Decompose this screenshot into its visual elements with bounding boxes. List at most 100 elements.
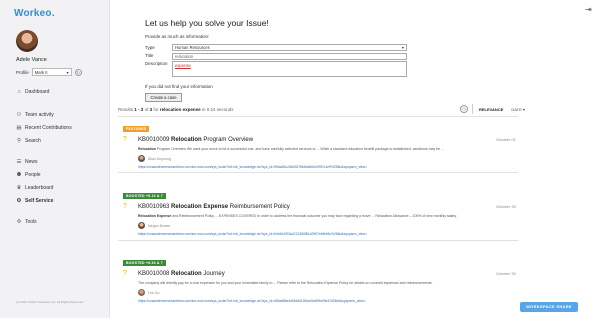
sidebar-item-people[interactable]: ⚉ People [16, 172, 41, 178]
user-avatar[interactable] [16, 30, 38, 52]
sidebar-item-leaderboard[interactable]: ♛ Leaderboard [16, 185, 54, 191]
title-rest: Program Overview [203, 137, 254, 143]
type-label: Type [145, 45, 155, 50]
sidebar-item-self-service[interactable]: ⚙ Self Service [16, 198, 54, 204]
result-title[interactable]: KB0010963 Relocation Expense Reimburseme… [138, 204, 290, 210]
user-name: Adele Vance [16, 57, 47, 63]
not-found-text: If you did not find your information [145, 84, 213, 89]
title-highlight: Relocation Expense [171, 204, 229, 210]
sort-date-button[interactable]: DATE ▾ [509, 106, 527, 113]
profile-select[interactable]: Mark II ▾ [31, 68, 72, 76]
sort-date-label: DATE [511, 106, 522, 112]
sidebar-item-label: Team activity [25, 112, 54, 118]
result-title[interactable]: KB0010008 Relocation Journey [138, 271, 225, 277]
description-label: Description [145, 61, 168, 66]
profile-select-value: Mark II [34, 69, 48, 75]
profile-refresh-icon[interactable]: ↻ [74, 68, 82, 76]
result-date: October 30 [496, 204, 516, 209]
result-snippet: Relocation Expense and Reimbursement Pol… [138, 214, 508, 218]
result-date: October 01 [496, 137, 516, 142]
document-icon: ▤ [16, 125, 22, 131]
main-content: Let us help you solve your Issue! Provid… [110, 0, 600, 318]
kb-number: KB0010009 [138, 137, 170, 143]
sidebar-item-label: Leaderboard [25, 185, 54, 191]
result-link[interactable]: https://cvsandecemsexantismo.service-now… [138, 232, 508, 236]
results-query: relocation expense [159, 107, 201, 112]
result-link[interactable]: https://cvsandecemsexantismo.service-now… [138, 165, 508, 169]
sidebar-item-label: Tools [25, 219, 37, 225]
author-name: Allan Deyoung [148, 156, 171, 161]
sidebar-item-label: Search [25, 138, 41, 144]
boosted-badge: BOOSTED +6.54 & 7 [123, 260, 166, 266]
title-highlight: Relocation [171, 271, 202, 277]
result-link[interactable]: https://cvsandecemsexantismo.service-now… [138, 299, 508, 303]
result-author: Megan Bowen [138, 222, 170, 229]
divider [118, 240, 518, 241]
snippet-text: The company will directly pay for a cost… [138, 281, 433, 285]
divider [118, 172, 518, 173]
description-textarea[interactable]: expense [172, 61, 407, 77]
trophy-icon: ♛ [16, 185, 22, 191]
title-highlight: Relocation [171, 137, 202, 143]
sort-relevance-button[interactable]: RELEVANCE [477, 106, 505, 113]
sidebar-item-label: People [25, 172, 41, 178]
boosted-badge: BOOSTED +6.10 & 7 [123, 193, 166, 199]
title-rest: Journey [203, 271, 225, 277]
workspace-share-button[interactable]: WORKSPACE SHARE [520, 302, 578, 312]
sort-controls: ◷ RELEVANCE DATE ▾ [460, 104, 527, 114]
tools-icon: ✣ [16, 219, 22, 225]
author-name: Megan Bowen [148, 223, 171, 228]
sidebar-item-news[interactable]: ☰ News [16, 159, 38, 165]
results-time: in 0.24 seconds [201, 107, 234, 112]
snippet-highlight: Relocation [138, 147, 156, 151]
results-for: for [153, 107, 159, 112]
chevron-down-icon: ▾ [66, 69, 69, 75]
results-range: 1 - 3 [134, 107, 144, 112]
news-icon: ☰ [16, 159, 22, 165]
type-select[interactable]: Human Resources ▾ [172, 44, 407, 51]
lightbulb-icon: ? [123, 270, 127, 277]
gear-icon: ⚙ [16, 198, 22, 204]
lightbulb-icon: ? [123, 136, 127, 143]
author-avatar [138, 289, 145, 296]
sidebar-item-search[interactable]: ⚲ Search [16, 138, 41, 144]
featured-badge: FEATURED [123, 126, 150, 132]
copyright-text: (c) 2022 Cellent Solutions Inc. All Righ… [16, 300, 84, 304]
sidebar-item-dashboard[interactable]: ⌂ Dashboard [16, 89, 49, 95]
results-total: 3 [149, 107, 153, 112]
snippet-text: Program Overview We want your move to be… [155, 147, 444, 151]
profile-label: Profile [16, 69, 29, 75]
type-select-value: Human Resources [175, 45, 210, 50]
sidebar-item-recent-contributions[interactable]: ▤ Recent Contributions [16, 125, 72, 131]
author-name: Lee Gu [148, 290, 160, 295]
chevron-down-icon: ▾ [401, 45, 404, 50]
result-date: October 30 [496, 271, 516, 276]
kb-number: KB0010963 [138, 204, 170, 210]
clock-icon[interactable]: ◷ [460, 105, 468, 113]
lightbulb-icon: ? [123, 203, 127, 210]
author-avatar [138, 222, 145, 229]
snippet-text: and Reimbursement Policy ... EXPENSES CO… [171, 214, 457, 218]
title-rest: Reimbursement Policy [229, 204, 290, 210]
page-title: Let us help you solve your Issue! [145, 18, 269, 28]
sidebar-item-label: News [25, 159, 38, 165]
author-avatar [138, 155, 145, 162]
kb-number: KB0010008 [138, 271, 170, 277]
result-snippet: The company will directly pay for a cost… [138, 281, 508, 285]
workeo-logo[interactable]: Workeo. [14, 8, 55, 19]
result-title[interactable]: KB0010009 Relocation Program Overview [138, 137, 253, 143]
results-of: of [144, 107, 149, 112]
sidebar-item-label: Self Service [25, 198, 54, 204]
create-case-button[interactable]: Create a case [145, 93, 182, 102]
page-subtitle: Provide as much as information: [145, 34, 210, 39]
sidebar-item-label: Recent Contributions [25, 125, 72, 131]
people-icon: ⚉ [16, 172, 22, 178]
search-icon: ⚲ [16, 138, 22, 144]
title-input[interactable]: relocation [172, 53, 407, 60]
sidebar-item-tools[interactable]: ✣ Tools [16, 219, 37, 225]
sidebar-item-team-activity[interactable]: ⚇ Team activity [16, 112, 54, 118]
sidebar: Workeo. Adele Vance Profile Mark II ▾ ↻ … [0, 0, 110, 318]
result-author: Lee Gu [138, 289, 159, 296]
profile-row: Profile Mark II ▾ ↻ [16, 68, 82, 76]
result-author: Allan Deyoung [138, 155, 171, 162]
